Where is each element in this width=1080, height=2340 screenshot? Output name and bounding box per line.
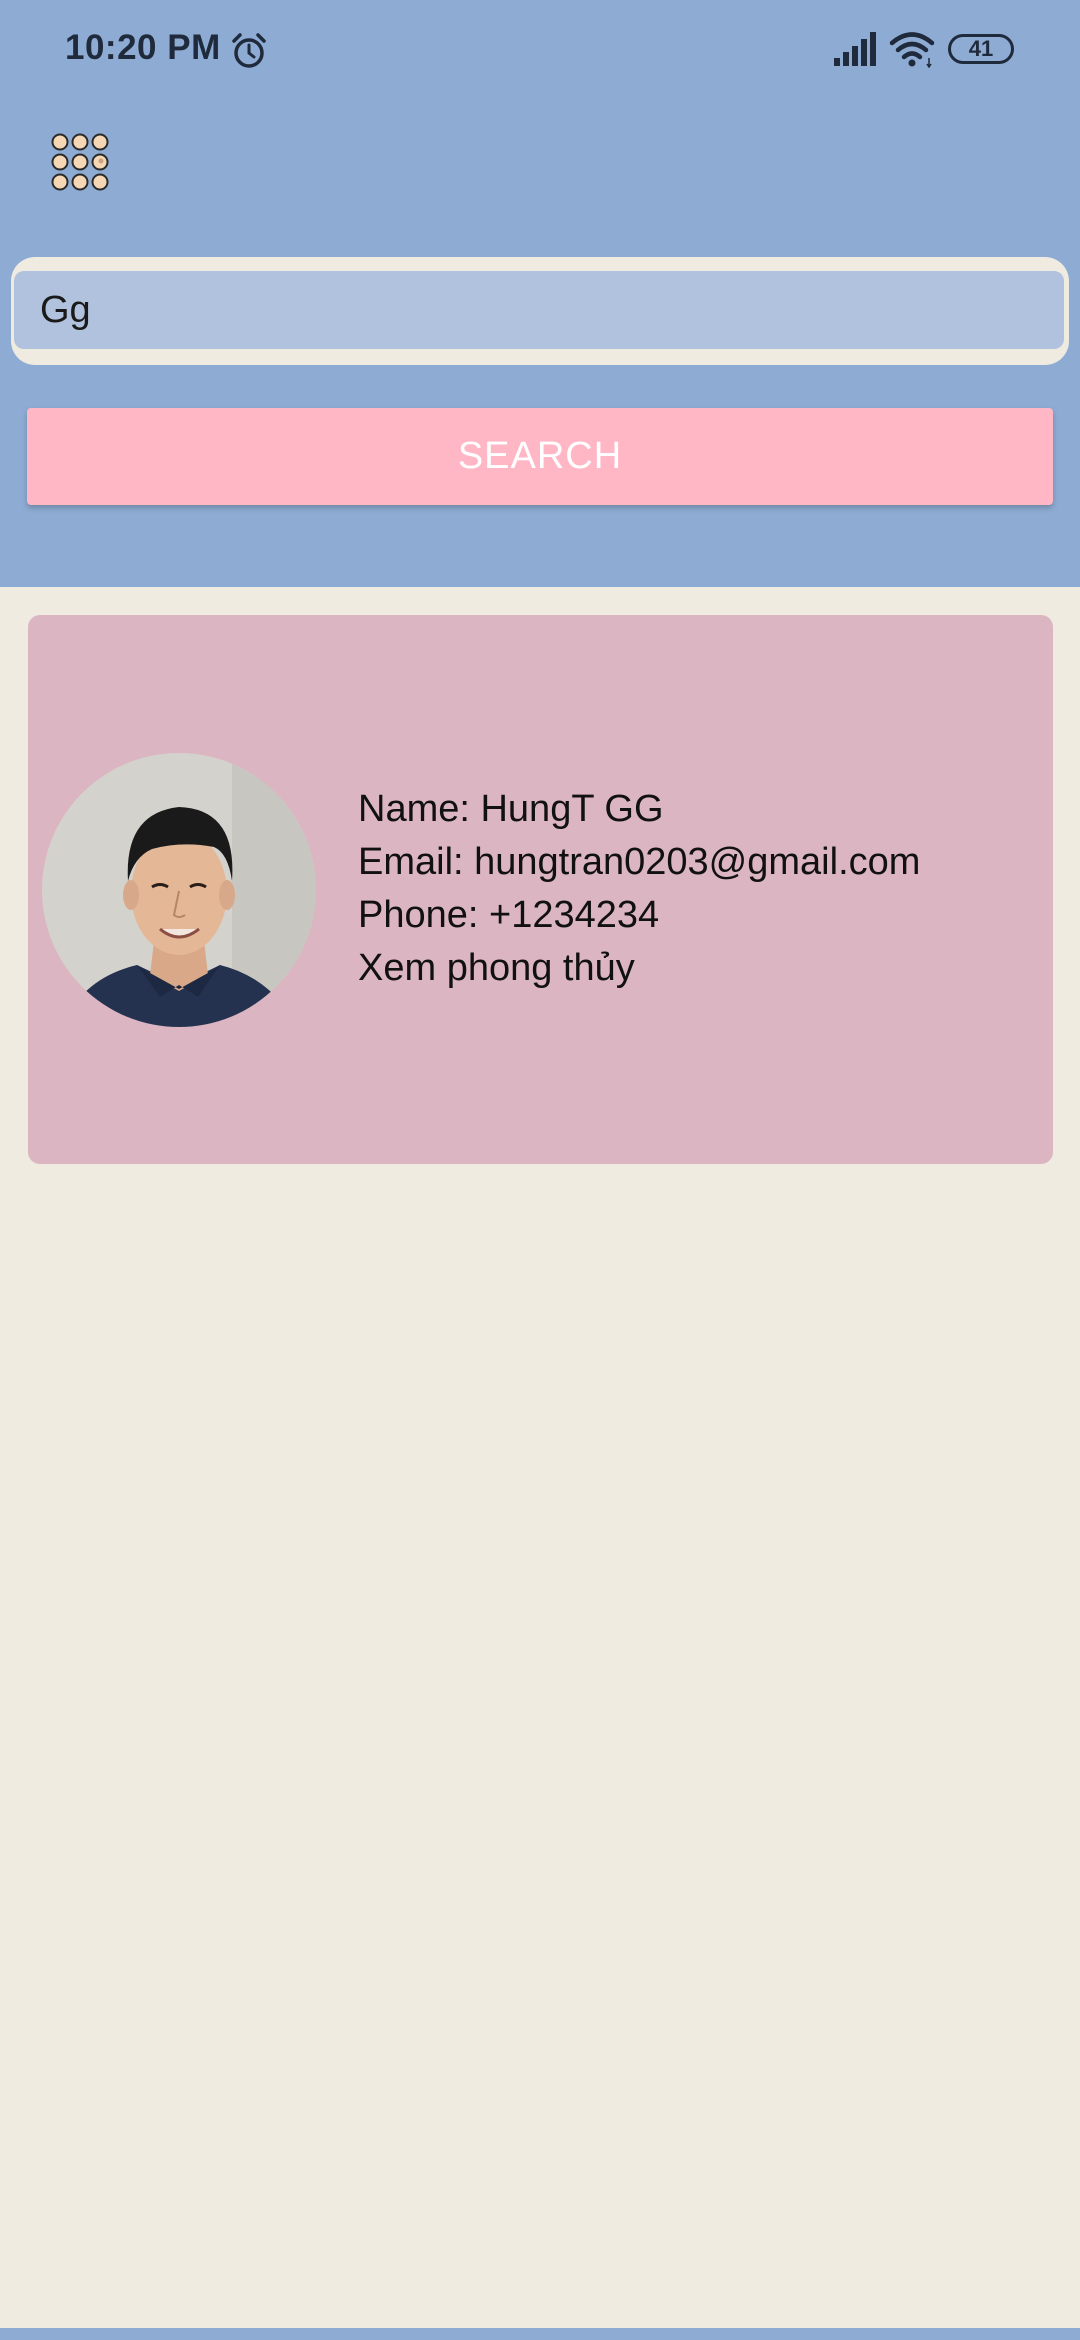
search-input[interactable]: [14, 271, 1064, 349]
battery-indicator: 41: [948, 34, 1014, 64]
contact-phone: Phone: +1234234: [358, 894, 660, 936]
feng-shui-link[interactable]: Xem phong thủy: [358, 942, 1038, 995]
alarm-clock-icon: [232, 33, 266, 68]
contact-name: Name: HungT GG: [358, 788, 664, 830]
status-bar: 10:20 PM 41: [0, 0, 1080, 100]
search-container: [11, 257, 1069, 365]
search-button[interactable]: SEARCH: [27, 408, 1053, 505]
cell-signal-icon: [834, 32, 876, 66]
wifi-icon: [889, 32, 935, 68]
status-time: 10:20 PM: [65, 28, 221, 67]
battery-level: 41: [968, 36, 994, 61]
contact-info: Name: HungT GG Email: hungtran0203@gmail…: [358, 783, 1038, 995]
contact-card[interactable]: Name: HungT GG Email: hungtran0203@gmail…: [28, 615, 1053, 1164]
bottom-strip: [0, 2328, 1080, 2340]
grid-menu-icon[interactable]: [50, 132, 110, 192]
avatar: [42, 753, 316, 1027]
contact-email: Email: hungtran0203@gmail.com: [358, 841, 921, 883]
app-header: 10:20 PM 41 Gg SEARCH: [0, 0, 1080, 587]
